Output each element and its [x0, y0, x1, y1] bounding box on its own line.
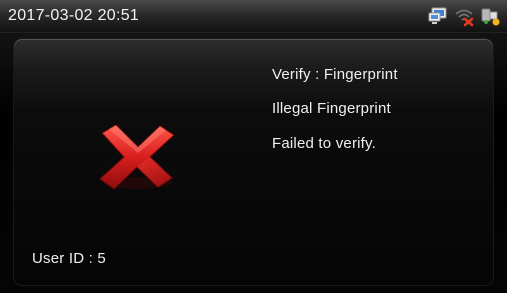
- result-message: Failed to verify.: [272, 135, 376, 152]
- usb-icon: [479, 5, 501, 27]
- verify-type-text: Verify : Fingerprint: [272, 66, 398, 83]
- wifi-disconnected-icon: [453, 5, 475, 27]
- datetime: 2017-03-02 20:51: [8, 7, 140, 24]
- status-icons: [427, 5, 501, 27]
- device-screen: 2017-03-02 20:51 Verify: Fingerprint Il…: [0, 0, 507, 293]
- user-id-label: User ID : 5: [32, 250, 106, 267]
- status-bar: 2017-03-02 20:51: [0, 0, 507, 33]
- network-icon: [427, 5, 449, 27]
- x-mark-icon: [92, 123, 182, 193]
- verification-result-panel: Verify : Fingerprint Illegal Fingerprint…: [14, 39, 493, 285]
- error-message: Illegal Fingerprint: [272, 100, 391, 117]
